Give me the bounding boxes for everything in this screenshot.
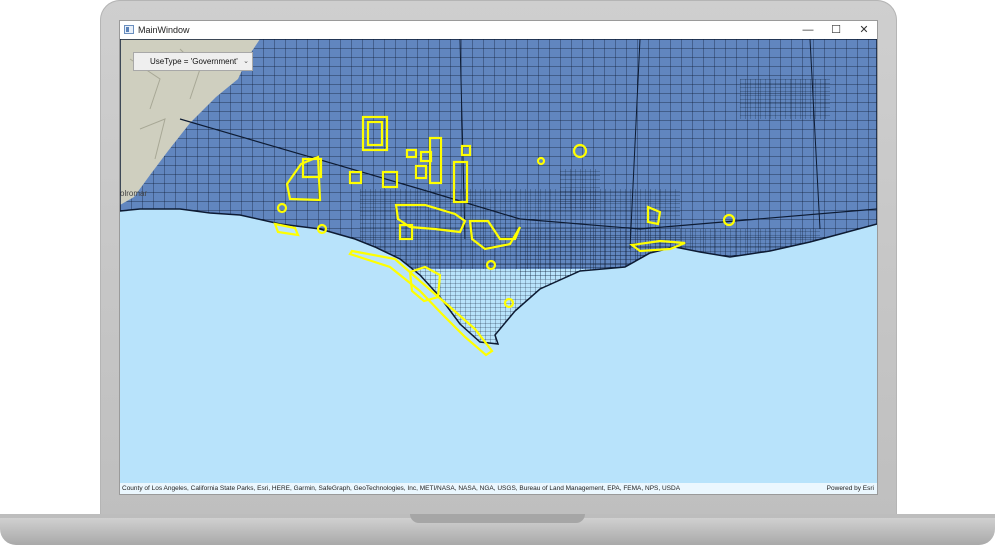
laptop-base-notch [410,514,585,523]
window-title: MainWindow [138,25,190,35]
map-view[interactable]: UseType = 'Government' ⌄ olromar County … [120,39,877,494]
chevron-down-icon: ⌄ [243,58,249,65]
title-bar[interactable]: MainWindow — ☐ ✕ [120,21,877,39]
attribution-bar: County of Los Angeles, California State … [120,483,877,494]
attribution-text: County of Los Angeles, California State … [122,485,681,492]
query-dropdown[interactable]: UseType = 'Government' ⌄ [133,52,253,71]
app-icon [124,25,134,34]
close-button[interactable]: ✕ [850,21,878,39]
query-dropdown-value: UseType = 'Government' [150,57,238,66]
map-canvas[interactable] [120,39,877,494]
place-label: olromar [120,189,148,198]
maximize-button[interactable]: ☐ [822,21,850,39]
powered-by-text[interactable]: Powered by Esri [827,483,874,494]
minimize-button[interactable]: — [794,21,822,39]
main-window: MainWindow — ☐ ✕ UseType = 'Government' … [119,20,878,495]
